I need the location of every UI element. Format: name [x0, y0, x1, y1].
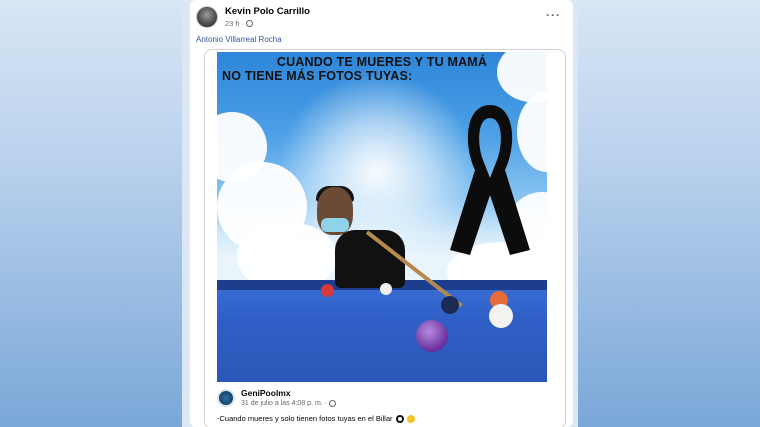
laugh-icon [406, 414, 415, 423]
black-ribbon [450, 105, 530, 255]
tagged-user-link[interactable]: Antonio Villarreal Rocha [196, 35, 282, 44]
person-body [335, 230, 405, 288]
shared-post-card[interactable]: CUANDO TE MUERES Y TU MAMÁ NO TIENE MÁS … [204, 49, 566, 427]
pool-ball-cue [489, 304, 513, 328]
source-name[interactable]: GeniPoolmx [241, 388, 336, 398]
post-meta: 23 h · [225, 19, 310, 28]
source-text-content: -Cuando mueres y solo tienen fotos tuyas… [217, 414, 393, 423]
more-options-icon[interactable]: ··· [546, 8, 561, 22]
pool-ball-purple [416, 320, 448, 352]
source-text: -Cuando mueres y solo tienen fotos tuyas… [217, 414, 557, 423]
meme-caption: CUANDO TE MUERES Y TU MAMÁ NO TIENE MÁS … [217, 55, 547, 83]
source-meta: 31 de julio a las 4:08 p. m. · [241, 400, 337, 407]
source-post: GeniPoolmx 31 de julio a las 4:08 p. m. … [217, 384, 557, 423]
source-date[interactable]: 31 de julio a las 4:08 p. m. [241, 400, 323, 407]
author-block: Kevin Polo Carrillo 23 h · [225, 6, 310, 28]
source-avatar[interactable] [217, 388, 235, 407]
pool-ball-white [380, 283, 392, 295]
eight-ball-icon [395, 414, 404, 423]
post-time[interactable]: 23 h [225, 19, 240, 28]
source-header: GeniPoolmx 31 de julio a las 4:08 p. m. … [217, 388, 557, 407]
meme-image[interactable]: CUANDO TE MUERES Y TU MAMÁ NO TIENE MÁS … [217, 52, 547, 382]
background-blur-left [0, 0, 182, 427]
facebook-post: Kevin Polo Carrillo 23 h · ··· Antonio V… [190, 0, 573, 427]
author-name[interactable]: Kevin Polo Carrillo [225, 6, 310, 17]
source-separator: · [324, 400, 328, 407]
source-info: GeniPoolmx 31 de julio a las 4:08 p. m. … [241, 388, 337, 407]
pool-ball-dark [441, 296, 459, 314]
author-avatar[interactable] [196, 6, 218, 28]
person-mask [321, 218, 349, 232]
meme-caption-line1: CUANDO TE MUERES Y TU MAMÁ [276, 55, 488, 69]
globe-icon [246, 20, 254, 27]
post-header: Kevin Polo Carrillo 23 h · [196, 6, 310, 28]
meme-caption-line2: NO TIENE MÁS FOTOS TUYAS: [222, 69, 413, 83]
background-blur-right [578, 0, 760, 427]
globe-icon [329, 400, 337, 407]
pool-ball-red [321, 284, 334, 297]
meta-separator: · [241, 19, 245, 28]
